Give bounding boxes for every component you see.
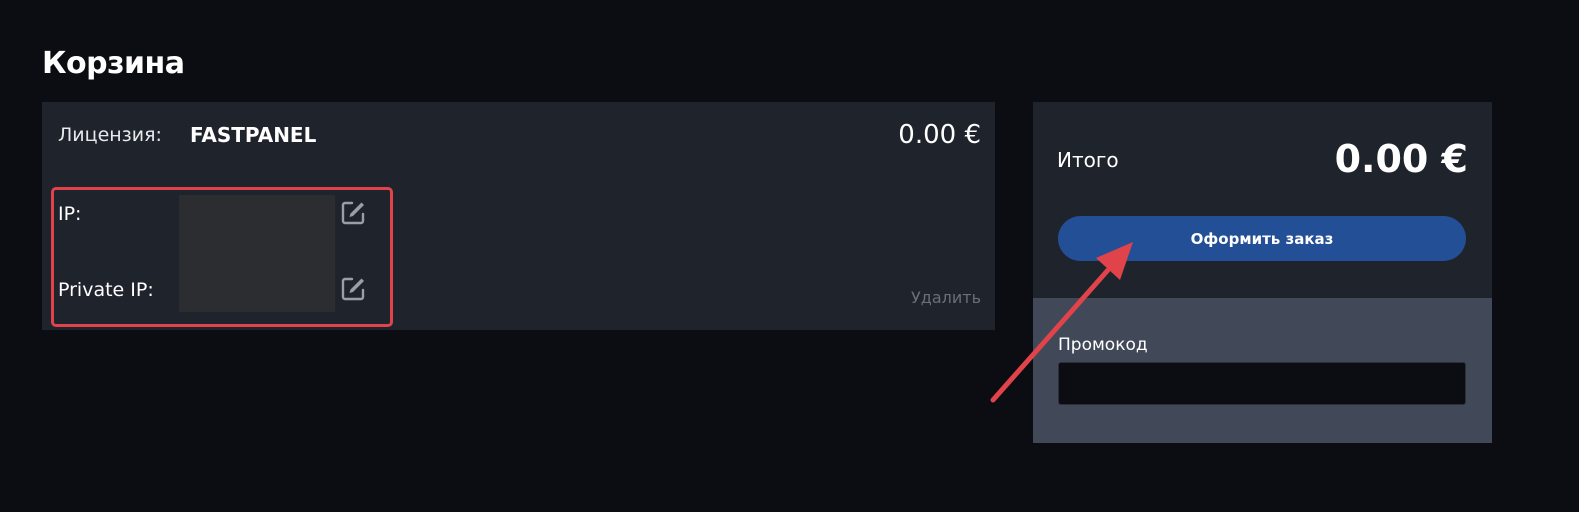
private-ip-label: Private IP:: [58, 279, 154, 301]
ip-highlight-box: IP: Private IP:: [51, 187, 393, 327]
ip-label: IP:: [58, 203, 82, 225]
edit-private-ip-icon[interactable]: [340, 276, 366, 302]
delete-link[interactable]: Удалить: [911, 288, 981, 307]
license-name: FASTPANEL: [190, 123, 317, 147]
edit-ip-icon[interactable]: [340, 200, 366, 226]
page-title: Корзина: [42, 46, 185, 81]
item-price: 0.00 €: [898, 120, 981, 150]
promo-label: Промокод: [1058, 335, 1148, 355]
order-summary: Итого 0.00 € Оформить заказ: [1033, 102, 1492, 298]
total-value: 0.00 €: [1334, 137, 1468, 181]
promo-section: Промокод: [1033, 298, 1492, 443]
cart-item: Лицензия: FASTPANEL 0.00 € IP: Private I…: [42, 102, 995, 330]
checkout-button[interactable]: Оформить заказ: [1058, 216, 1466, 261]
ip-value-redacted: [179, 195, 335, 312]
license-label: Лицензия:: [58, 124, 162, 146]
total-label: Итого: [1057, 148, 1119, 172]
promo-input[interactable]: [1058, 362, 1466, 405]
